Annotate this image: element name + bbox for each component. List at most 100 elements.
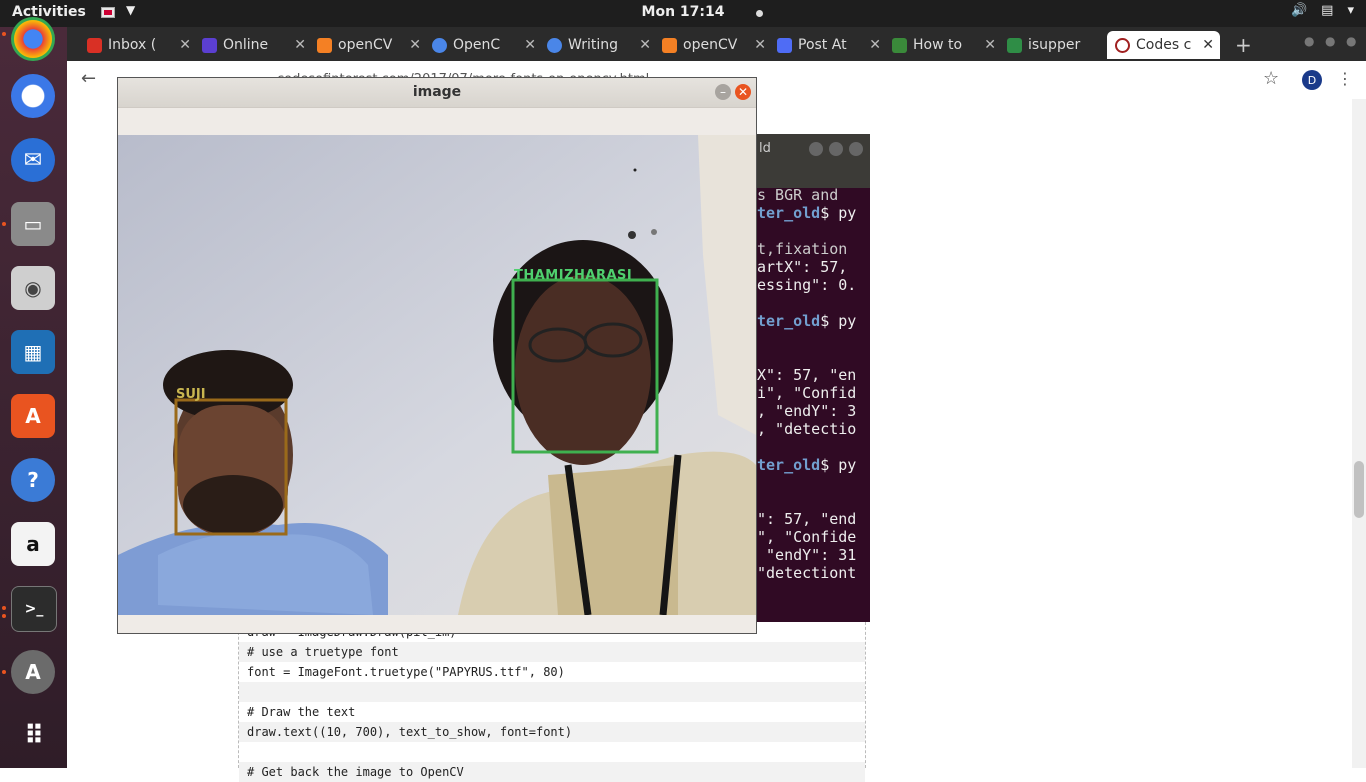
dock: ✉ ▭ ◉ ▦ A ? a >_ A ⠿ — [0, 17, 67, 768]
minimize-window-icon[interactable]: ● — [1304, 34, 1314, 48]
bookmark-star-icon[interactable]: ☆ — [1263, 68, 1279, 89]
tab-inbox[interactable]: Inbox ( ✕ — [87, 31, 197, 59]
thunderbird-icon[interactable]: ✉ — [11, 138, 55, 182]
chromium-icon[interactable] — [11, 74, 55, 118]
tab-label: OpenC — [453, 37, 501, 53]
code-line: # Draw the text — [247, 705, 356, 719]
page-scrollbar[interactable] — [1352, 99, 1366, 768]
close-icon[interactable]: ✕ — [409, 37, 421, 53]
close-icon[interactable]: ✕ — [639, 37, 651, 53]
tab-label: How to — [913, 37, 963, 53]
activities-button[interactable]: Activities — [12, 4, 86, 20]
image-window-title: image — [412, 84, 462, 100]
close-icon[interactable]: ✕ — [754, 37, 766, 53]
software-center-icon[interactable]: A — [11, 394, 55, 438]
close-icon[interactable]: ✕ — [984, 37, 996, 53]
image-window[interactable]: image – ✕ THAMIZHARASI SUJI — [117, 77, 757, 634]
software-updater-icon[interactable]: A — [11, 650, 55, 694]
terminal-line: essing": 0. — [757, 276, 857, 294]
tab-how-to[interactable]: How to ✕ — [892, 31, 1002, 59]
terminal-line: ": 57, "end — [757, 510, 857, 528]
close-icon[interactable]: ✕ — [524, 37, 536, 53]
online-icon — [202, 37, 217, 53]
code-block: draw = ImageDraw.Draw(pil_im) # use a tr… — [238, 622, 866, 782]
close-window-icon[interactable]: ● — [1346, 34, 1356, 48]
stackoverflow-icon — [317, 37, 332, 53]
terminal-line: ter_old$ py — [757, 456, 857, 474]
browser-tab-strip: Inbox ( ✕ Online ✕ openCV ✕ OpenC ✕ Writ… — [67, 27, 1366, 61]
keyboard-layout-icon[interactable] — [101, 7, 115, 18]
rhythmbox-icon[interactable]: ◉ — [11, 266, 55, 310]
terminal-output: s BGR and ter_old$ py t,fixation artX": 57,… — [757, 186, 870, 582]
close-icon[interactable]: ✕ — [179, 37, 191, 53]
terminal-line: ter_old$ py — [757, 204, 857, 222]
amazon-icon[interactable]: a — [11, 522, 55, 566]
terminal-line: X": 57, "en — [757, 366, 857, 384]
close-icon[interactable] — [849, 142, 863, 156]
new-tab-button[interactable]: + — [1235, 33, 1252, 57]
menu-dots-icon[interactable]: ⋮ — [1337, 69, 1353, 88]
chevron-down-icon[interactable]: ▼ — [126, 3, 135, 17]
terminal-line: artX": 57, — [757, 258, 848, 276]
power-icon[interactable]: ▾ — [1347, 3, 1354, 18]
top-bar: Activities ▼ Mon 17:14 🔊 ▤ ▾ — [0, 0, 1366, 27]
system-tray[interactable]: 🔊 ▤ ▾ — [1291, 3, 1354, 18]
tab-opencv-3[interactable]: openCV ✕ — [662, 31, 772, 59]
maximize-icon[interactable] — [829, 142, 843, 156]
help-icon[interactable]: ? — [11, 458, 55, 502]
zoom-icon — [777, 37, 792, 53]
files-icon[interactable]: ▭ — [11, 202, 55, 246]
terminal-icon[interactable]: >_ — [11, 586, 57, 632]
minimize-icon[interactable]: – — [715, 84, 731, 100]
scrollbar-thumb[interactable] — [1354, 461, 1364, 518]
terminal-window[interactable]: ld s BGR and ter_old$ py t,fixation artX": … — [757, 134, 870, 622]
close-icon[interactable]: ✕ — [1202, 37, 1214, 53]
terminal-line: t,fixation — [757, 240, 848, 258]
terminal-line: "detectiont — [757, 564, 857, 582]
tab-writing[interactable]: Writing ✕ — [547, 31, 657, 59]
minimize-icon[interactable] — [809, 142, 823, 156]
p-icon — [432, 37, 447, 53]
gfg-icon — [1007, 37, 1022, 53]
tab-post-at[interactable]: Post At ✕ — [777, 31, 887, 59]
p-icon — [547, 37, 562, 53]
close-icon[interactable]: ✕ — [735, 84, 751, 100]
maximize-window-icon[interactable]: ● — [1325, 34, 1335, 48]
terminal-line: i", "Confid — [757, 384, 857, 402]
tab-label: Online — [223, 37, 269, 53]
code-line: # Get back the image to OpenCV — [239, 762, 865, 782]
tab-online[interactable]: Online ✕ — [202, 31, 312, 59]
gmail-icon — [87, 37, 102, 53]
clock[interactable]: Mon 17:14 — [0, 4, 1366, 20]
codes-icon — [1115, 37, 1130, 53]
apps-grid-icon[interactable]: ⠿ — [11, 714, 55, 758]
tab-label: openCV — [683, 37, 738, 53]
tab-label: Post At — [798, 37, 847, 53]
terminal-line: , "detectio — [757, 420, 857, 438]
tab-opencv-2[interactable]: OpenC ✕ — [432, 31, 542, 59]
code-line: font = ImageFont.truetype("PAPYRUS.ttf",… — [247, 665, 565, 679]
terminal-titlebar[interactable]: ld — [757, 134, 870, 188]
code-line: draw.text((10, 700), text_to_show, font=… — [239, 722, 865, 742]
tab-isupper[interactable]: isupper — [1007, 31, 1102, 59]
close-icon[interactable]: ✕ — [294, 37, 306, 53]
chrome-icon[interactable] — [11, 17, 55, 61]
tab-opencv-1[interactable]: openCV ✕ — [317, 31, 427, 59]
clipboard-icon[interactable]: ▤ — [1321, 3, 1333, 18]
stackoverflow-icon — [662, 37, 677, 53]
image-window-titlebar[interactable]: image – ✕ — [118, 78, 756, 108]
back-arrow-icon[interactable]: ← — [81, 68, 96, 89]
code-line — [239, 682, 865, 702]
avatar[interactable]: D — [1302, 70, 1322, 90]
close-icon[interactable]: ✕ — [869, 37, 881, 53]
face-label-thamizharasi: THAMIZHARASI — [514, 268, 633, 283]
tab-codes-of-interest[interactable]: Codes c ✕ — [1107, 31, 1220, 59]
volume-icon[interactable]: 🔊 — [1291, 3, 1307, 18]
writer-icon[interactable]: ▦ — [11, 330, 55, 374]
face-label-suji: SUJI — [176, 387, 206, 402]
